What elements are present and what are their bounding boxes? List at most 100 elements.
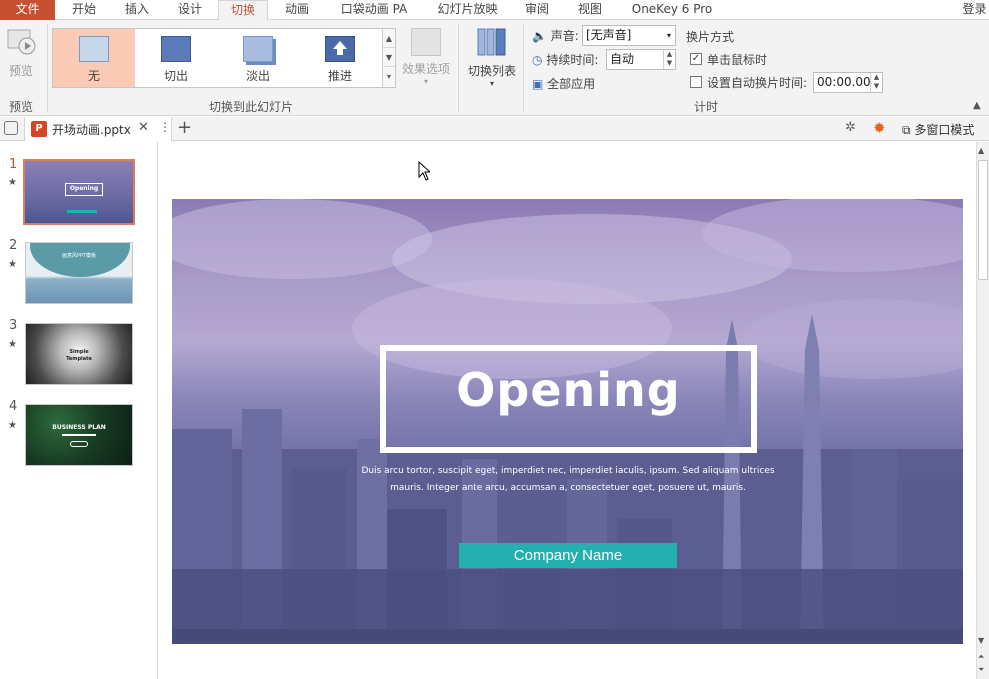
menu-tab-design[interactable]: 设计 bbox=[165, 0, 215, 20]
thumb-arc bbox=[30, 243, 130, 277]
thumb-title: BUSINESS PLAN bbox=[52, 424, 106, 431]
new-tab-icon[interactable]: + bbox=[177, 117, 192, 138]
slide-thumbnail-2[interactable]: 画意风PPT模板 bbox=[25, 242, 133, 304]
document-tab-title: 开场动画.pptx bbox=[52, 123, 131, 137]
menu-tab-pocket-animation[interactable]: 口袋动画 PA bbox=[334, 0, 414, 20]
preview-icon bbox=[7, 29, 36, 55]
more-options-icon[interactable]: ⋮ bbox=[159, 120, 171, 134]
scroll-up-icon[interactable]: ▲ bbox=[978, 146, 984, 155]
menu-tab-slideshow[interactable]: 幻灯片放映 bbox=[430, 0, 505, 20]
menu-tab-animations[interactable]: 动画 bbox=[272, 0, 322, 20]
animation-star-icon: ★ bbox=[8, 420, 17, 431]
transition-group-label: 切换到此幻灯片 bbox=[209, 100, 294, 114]
group-separator bbox=[523, 24, 524, 112]
duration-value: 自动 bbox=[610, 52, 635, 66]
auto-advance-checkbox[interactable] bbox=[690, 76, 702, 88]
duration-input[interactable]: 自动 ▲ ▼ bbox=[606, 49, 676, 70]
auto-time-value: 00:00.00 bbox=[817, 75, 871, 89]
tab-list-icon[interactable] bbox=[4, 121, 18, 135]
gear-icon[interactable]: ✹ bbox=[873, 119, 886, 137]
menu-tab-transitions[interactable]: 切换 bbox=[218, 0, 268, 21]
slide-thumbnail-4[interactable]: BUSINESS PLAN bbox=[25, 404, 133, 466]
thumb-title: 画意风PPT模板 bbox=[61, 253, 97, 259]
switch-list-icon bbox=[477, 28, 506, 56]
on-click-checkbox[interactable]: ✓ bbox=[690, 53, 702, 65]
multi-window-icon: ⧉ bbox=[902, 123, 911, 137]
effect-options-arrow-icon: ▾ bbox=[423, 77, 428, 86]
multi-window-button[interactable]: ⧉ 多窗口模式 bbox=[902, 121, 974, 138]
transition-none[interactable]: 无 bbox=[53, 29, 135, 87]
animation-star-icon: ★ bbox=[8, 339, 17, 350]
group-separator bbox=[458, 24, 459, 112]
sound-row: 🔈 声音: bbox=[532, 27, 579, 44]
menu-tab-file[interactable]: 文件 bbox=[0, 0, 55, 20]
menu-tab-onekey[interactable]: OneKey 6 Pro bbox=[624, 0, 720, 20]
sound-label: 声音: bbox=[550, 29, 579, 43]
pin-icon[interactable]: ✲ bbox=[845, 120, 856, 135]
thumb-text-line2: Template bbox=[66, 356, 92, 362]
thumb-text-line1: Simple bbox=[69, 349, 89, 355]
transition-cut-icon bbox=[161, 36, 191, 62]
menu-tab-view[interactable]: 视图 bbox=[570, 0, 610, 20]
apply-all-label: 全部应用 bbox=[547, 77, 596, 91]
sound-select[interactable]: [无声音] ▾ bbox=[582, 25, 676, 46]
gallery-scroll[interactable]: ▲ ▼ ▾ bbox=[382, 29, 395, 87]
transition-fade-label: 淡出 bbox=[245, 69, 270, 83]
transition-none-icon bbox=[79, 36, 109, 62]
thumb-pill bbox=[70, 441, 88, 447]
transition-fade[interactable]: 淡出 bbox=[217, 29, 299, 87]
chevron-down-icon: ▾ bbox=[666, 31, 671, 40]
prev-slide-icon[interactable]: ⏶ bbox=[978, 652, 984, 662]
login-link[interactable]: 登录 bbox=[960, 0, 989, 20]
transition-push-icon bbox=[325, 36, 355, 62]
thumb-line bbox=[62, 434, 96, 436]
next-slide-icon[interactable]: ⏷ bbox=[978, 665, 984, 675]
slide-title[interactable]: Opening bbox=[380, 363, 757, 417]
auto-time-input[interactable]: 00:00.00 ▲ ▼ bbox=[813, 72, 883, 93]
switch-list-button[interactable]: 切换列表 ▾ bbox=[464, 26, 520, 92]
scroll-thumb[interactable] bbox=[978, 160, 988, 280]
duration-row: ◷ 持续时间: bbox=[532, 51, 598, 68]
thumb-bar bbox=[67, 210, 97, 213]
slide-body-text[interactable]: Duis arcu tortor, suscipit eget, imperdi… bbox=[352, 463, 784, 497]
transition-fade-icon bbox=[243, 36, 273, 62]
auto-advance-label: 设置自动换片时间: bbox=[707, 76, 808, 90]
clock-icon: ◷ bbox=[532, 53, 543, 67]
transition-none-label: 无 bbox=[87, 69, 100, 83]
sound-icon: 🔈 bbox=[532, 29, 547, 43]
timing-group-label: 计时 bbox=[694, 100, 719, 114]
scroll-down-icon[interactable]: ▼ bbox=[978, 636, 984, 645]
group-separator bbox=[47, 24, 48, 112]
duration-spinner[interactable]: ▲ ▼ bbox=[663, 50, 675, 69]
vertical-scrollbar[interactable]: ▲ ▼ ⏶ ⏷ bbox=[976, 142, 989, 679]
company-name-bar[interactable]: Company Name bbox=[459, 543, 677, 568]
animation-star-icon: ★ bbox=[8, 177, 17, 188]
gallery-down-icon[interactable]: ▼ bbox=[383, 48, 395, 67]
preview-group-label: 预览 bbox=[9, 100, 34, 114]
slide-number: 2 bbox=[9, 238, 18, 253]
document-tab-bar: P 开场动画.pptx ✕ ⋮ + ✲ ✹ ⧉ 多窗口模式 bbox=[0, 117, 989, 141]
slide-number: 1 bbox=[9, 157, 18, 172]
switch-list-label: 切换列表 bbox=[467, 64, 516, 78]
advance-title: 换片方式 bbox=[686, 30, 735, 44]
auto-time-spinner[interactable]: ▲ ▼ bbox=[870, 73, 882, 92]
apply-all-button[interactable]: ▣ 全部应用 bbox=[532, 75, 595, 92]
slide-thumbnail-3[interactable]: Simple Template bbox=[25, 323, 133, 385]
effect-options-button[interactable]: 效果选项 ▾ bbox=[400, 28, 452, 88]
transition-cut[interactable]: 切出 bbox=[135, 29, 217, 87]
preview-label: 预览 bbox=[8, 64, 33, 78]
close-icon[interactable]: ✕ bbox=[138, 120, 149, 135]
menu-tab-insert[interactable]: 插入 bbox=[112, 0, 162, 20]
document-tab[interactable]: P 开场动画.pptx ✕ ⋮ bbox=[24, 117, 172, 141]
duration-label: 持续时间: bbox=[546, 53, 599, 67]
slide-thumbnail-1[interactable]: Opening bbox=[23, 159, 135, 225]
menu-tab-review[interactable]: 审阅 bbox=[517, 0, 557, 20]
transition-gallery[interactable]: 无 切出 淡出 推进 ▲ ▼ ▾ bbox=[52, 28, 396, 88]
menu-tab-home[interactable]: 开始 bbox=[58, 0, 110, 20]
gallery-more-icon[interactable]: ▾ bbox=[383, 67, 395, 86]
gallery-up-icon[interactable]: ▲ bbox=[383, 29, 395, 48]
transition-push[interactable]: 推进 bbox=[299, 29, 381, 87]
slide-bottom-strip bbox=[172, 629, 963, 644]
collapse-ribbon-icon[interactable]: ▲ bbox=[973, 100, 981, 111]
preview-button[interactable]: 预览 bbox=[4, 26, 38, 86]
